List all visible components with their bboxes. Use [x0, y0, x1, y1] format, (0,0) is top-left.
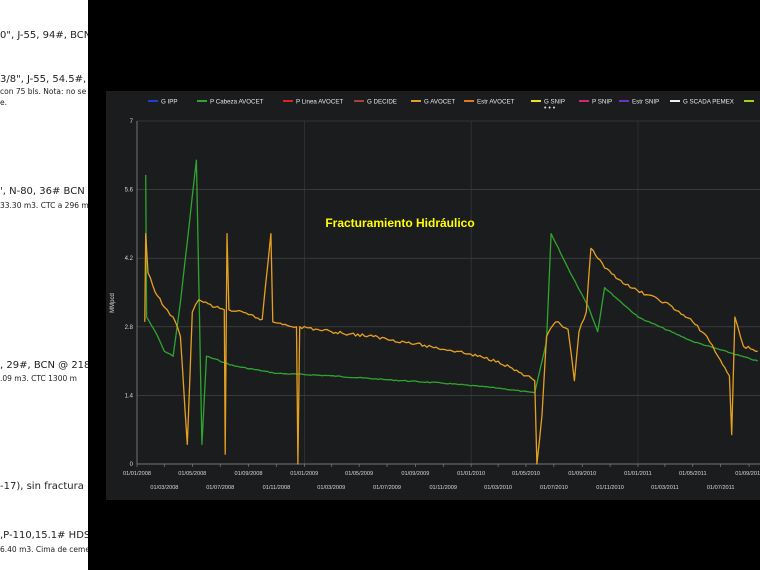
y-tick-label: 4.2 [125, 256, 134, 262]
legend-label: Estr AVOCET [477, 99, 515, 106]
y-tick-label: 2.8 [125, 325, 134, 331]
y-axis-label: MMpcd [110, 293, 116, 313]
document-text-line: , 29#, BCN @ 2187 [0, 360, 88, 371]
document-text-line: 0", J-55, 94#, BCN [0, 30, 88, 41]
legend-label: G SCADA PEMEX [683, 99, 734, 106]
x-tick-label: 01/01/2008 [123, 471, 151, 477]
legend-label: P Cabeza AVOCET [210, 99, 264, 106]
y-tick-label: 7 [130, 119, 134, 125]
document-text-line: 33.30 m3. CTC a 296 m [0, 201, 88, 210]
x-tick-label: 01/05/2009 [345, 471, 373, 477]
x-tick-label: 01/05/2011 [679, 471, 707, 477]
gridlines [137, 120, 760, 465]
x-tick-label: 01/09/2010 [568, 471, 596, 477]
document-text-line: ', N-80, 36# BCN @ [0, 186, 88, 197]
x-tick-label: 01/01/2009 [290, 471, 318, 477]
x-tick-label: 01/03/2011 [651, 485, 679, 491]
document-text-line: -17), sin fractura [0, 481, 84, 492]
x-tick-label: 01/09/2009 [401, 471, 429, 477]
x-tick-label: 01/07/2009 [373, 485, 401, 491]
legend-label: Estr SNIP [632, 99, 659, 106]
legend: G IPP P Cabeza AVOCET P Linea AVOCET G DECI… [148, 99, 754, 106]
series-lines [144, 159, 758, 465]
x-tick-label: 01/11/2008 [263, 485, 291, 491]
document-text-line: .09 m3. CTC 1300 m [0, 374, 77, 383]
legend-label: P Linea AVOCET [296, 99, 343, 106]
document-text-line: e. [0, 98, 7, 107]
x-tick-label: 01/07/2010 [540, 485, 568, 491]
x-tick-label: 01/11/2010 [596, 485, 624, 491]
x-tick-label: 01/07/2011 [707, 485, 735, 491]
x-tick-label: 01/09/2008 [235, 471, 263, 477]
x-tick-label: 01/03/2010 [484, 485, 512, 491]
document-text-line: 3/8", J-55, 54.5#, [0, 74, 87, 85]
legend-label: G DECIDE [367, 99, 397, 106]
x-tick-label: 01/03/2009 [317, 485, 345, 491]
production-chart: G IPP P Cabeza AVOCET P Linea AVOCET G DECI… [110, 99, 760, 491]
document-text-line: 6.40 m3. Cima de ceme [0, 545, 88, 554]
x-tick-label: 01/07/2008 [206, 485, 234, 491]
x-tick-label: 01/05/2008 [178, 471, 206, 477]
x-tick-label: 01/05/2010 [512, 471, 540, 477]
annotation-label: Fracturamiento Hidráulico [325, 216, 474, 230]
legend-label: G IPP [161, 99, 178, 106]
y-tick-label: 1.4 [125, 393, 134, 399]
axes: 0 1.4 2.8 4.2 5.6 7 01/01/2008 01/05/2008 01/09/… [123, 119, 760, 491]
y-tick-label: 0 [130, 462, 134, 468]
legend-label: G AVOCET [424, 99, 455, 106]
series-line [144, 233, 758, 465]
document-text-line: ,P-110,15.1# HDSL [0, 530, 88, 541]
y-tick-label: 5.6 [125, 188, 134, 194]
x-tick-label: 01/09/2011 [735, 471, 760, 477]
document-text-line: con 75 bls. Nota: no se [0, 87, 87, 96]
legend-scroll-dots[interactable]: • • • [544, 105, 556, 112]
x-tick-label: 01/01/2011 [624, 471, 652, 477]
x-tick-label: 01/11/2009 [429, 485, 457, 491]
chart-panel: G IPP P Cabeza AVOCET P Linea AVOCET G DECI… [106, 91, 760, 500]
x-tick-label: 01/01/2010 [457, 471, 485, 477]
legend-label: P SNIP [592, 99, 612, 106]
document-background: 0", J-55, 94#, BCN 3/8", J-55, 54.5#, con … [0, 0, 88, 570]
x-tick-label: 01/03/2008 [150, 485, 178, 491]
